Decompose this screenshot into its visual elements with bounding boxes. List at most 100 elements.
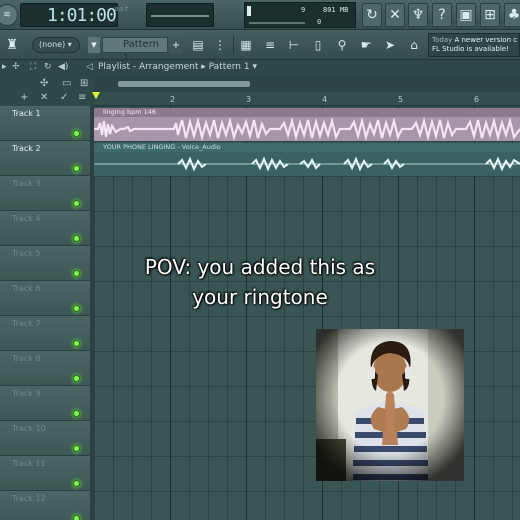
track-mute-led[interactable] [73, 235, 80, 242]
channel-rack-icon[interactable]: ▦ [236, 34, 256, 56]
track-name: Track 1 [12, 109, 41, 118]
refresh-icon[interactable]: ↻ [44, 62, 52, 72]
cpu-meter-bar [247, 6, 251, 16]
track-mute-led[interactable] [73, 165, 80, 172]
add-track-icon[interactable]: + [20, 92, 28, 103]
playlist-tool-row: ✣ ▭ ⊞ + ✕ ✓ ≡ [0, 76, 94, 106]
playlist-pattern[interactable]: Pattern 1 [209, 62, 250, 72]
ruler-bar-3: 3 [246, 95, 252, 104]
track-header[interactable]: Track 9 [0, 386, 90, 421]
add-pattern-button[interactable]: + [170, 37, 182, 53]
zoom-icon[interactable]: ⛶ [30, 62, 36, 72]
ruler-bar-2: 2 [170, 95, 176, 104]
playlist-title-text: Playlist - Arrangement [98, 62, 199, 72]
track-mute-led[interactable] [73, 515, 80, 520]
move-icon[interactable]: ✣ [40, 78, 48, 89]
record-mode-button[interactable]: ≋ [0, 4, 18, 26]
audio-clip-1-waveform[interactable] [94, 116, 520, 142]
track-name: Track 11 [12, 459, 46, 468]
mixer-icon[interactable]: ⊞ [480, 3, 500, 27]
snap-icon[interactable]: ✢ [12, 62, 20, 72]
news-date: Today [432, 36, 453, 44]
pattern-list-icon[interactable]: ▭ [62, 78, 71, 89]
track-name: Track 8 [12, 354, 41, 363]
ruler-bar-4: 4 [322, 95, 328, 104]
track-header[interactable]: Track 6 [0, 281, 90, 316]
track-header[interactable]: Track 7 [0, 316, 90, 351]
help-icon[interactable]: ? [432, 3, 452, 27]
piano-roll-icon[interactable]: ⋮ [210, 34, 230, 56]
tools-bar: ♜ (none) ▾ ▼ Pattern 1 + ▤ ⋮ ▦ ≡ ⊢ ▯ ⚲ ☛… [0, 30, 520, 64]
track-mute-led[interactable] [73, 410, 80, 417]
speaker-icon[interactable]: ◀) [58, 62, 68, 72]
audio-clip-2-title[interactable]: YOUR PHONE LINGING - Voice_Audio [94, 143, 520, 152]
microphone-icon[interactable]: ♆ [408, 3, 428, 27]
pattern-select[interactable]: Pattern 1 [102, 37, 168, 64]
track-name: Track 2 [12, 144, 41, 153]
menu-icon[interactable]: ≡ [78, 92, 86, 103]
audio-clip-2-waveform[interactable] [94, 152, 520, 176]
mixer-faders-icon[interactable]: ≡ [260, 34, 280, 56]
track-mute-led[interactable] [73, 130, 80, 137]
track-header[interactable]: Track 8 [0, 351, 90, 386]
track-header[interactable]: Track 4 [0, 211, 90, 246]
browser-icon[interactable]: ⊢ [284, 34, 304, 56]
ruler-bar-6: 6 [474, 95, 480, 104]
meme-caption: POV: you added this as your ringtone [100, 252, 420, 312]
send-icon[interactable]: ➤ [380, 34, 400, 56]
check-icon[interactable]: ✓ [60, 92, 68, 103]
track-headers: Track 1 Track 2 Track 3 Track 4 Track 5 … [0, 106, 90, 520]
track-mute-led[interactable] [73, 200, 80, 207]
menu-arrow-icon[interactable]: ▸ [2, 62, 7, 72]
track-mute-led[interactable] [73, 375, 80, 382]
delete-icon[interactable]: ✕ [40, 92, 48, 103]
track-name: Track 7 [12, 319, 41, 328]
track-header[interactable]: Track 1 [0, 106, 90, 141]
song-time-display[interactable]: 1:01:00 B:S:T [20, 3, 128, 27]
track-name: Track 5 [12, 249, 41, 258]
track-header[interactable]: Track 11 [0, 456, 90, 491]
track-name: Track 3 [12, 179, 41, 188]
timeline-ruler[interactable] [94, 92, 520, 106]
save-icon[interactable]: ▣ [456, 3, 476, 27]
plugin-plug-icon[interactable]: ⚲ [332, 34, 352, 56]
time-format-label: B:S:T [115, 7, 129, 13]
song-position-marker[interactable] [92, 92, 100, 99]
polyphony-value: 0 [317, 18, 322, 26]
track-header[interactable]: Track 10 [0, 421, 90, 456]
news-text-2: FL Studio is available! [432, 45, 509, 53]
grid-icon[interactable]: ⊞ [80, 78, 88, 89]
track-mute-led[interactable] [73, 270, 80, 277]
playlist-title: Playlist - Arrangement ▸ Pattern 1 ▾ [98, 62, 257, 72]
touch-icon[interactable]: ☛ [356, 34, 376, 56]
track-name: Track 9 [12, 389, 41, 398]
news-panel[interactable]: Today A newer version c FL Studio is ava… [428, 33, 520, 57]
playlist-arrow-icon: ◁ [86, 62, 93, 72]
undo-icon[interactable]: ↻ [362, 3, 382, 27]
preset-value: (none) [39, 40, 66, 49]
tools-icon[interactable]: ✕ [385, 3, 405, 27]
track-mute-led[interactable] [73, 445, 80, 452]
track-mute-led[interactable] [73, 480, 80, 487]
song-time: 1:01:00 [47, 5, 117, 26]
meme-photo [316, 329, 464, 481]
audio-clip-1-title[interactable]: linging bpm 146 [94, 108, 520, 117]
track-mute-led[interactable] [73, 340, 80, 347]
plugin-icon[interactable]: ♣ [504, 3, 520, 27]
preset-select[interactable]: (none) ▾ [32, 37, 80, 53]
track-header[interactable]: Track 5 [0, 246, 90, 281]
master-pitch-panel[interactable] [146, 3, 214, 27]
file-icon[interactable]: ▯ [308, 34, 328, 56]
track-name: Track 12 [12, 494, 46, 503]
shop-icon[interactable]: ⌂ [404, 34, 424, 56]
track-header[interactable]: Track 12 [0, 491, 90, 520]
track-header[interactable]: Track 3 [0, 176, 90, 211]
playlist-header: ▸ ✢ ⛶ ↻ ◀) ◁ Playlist - Arrangement ▸ Pa… [0, 60, 520, 76]
track-header[interactable]: Track 2 [0, 141, 90, 176]
playlist-icon[interactable]: ▤ [188, 34, 208, 56]
scrollbar-thumb[interactable] [118, 81, 250, 87]
track-mute-led[interactable] [73, 305, 80, 312]
ruler-bar-5: 5 [398, 95, 404, 104]
pattern-dropdown-arrow[interactable]: ▼ [88, 37, 100, 53]
hat-icon[interactable]: ♜ [2, 35, 22, 55]
